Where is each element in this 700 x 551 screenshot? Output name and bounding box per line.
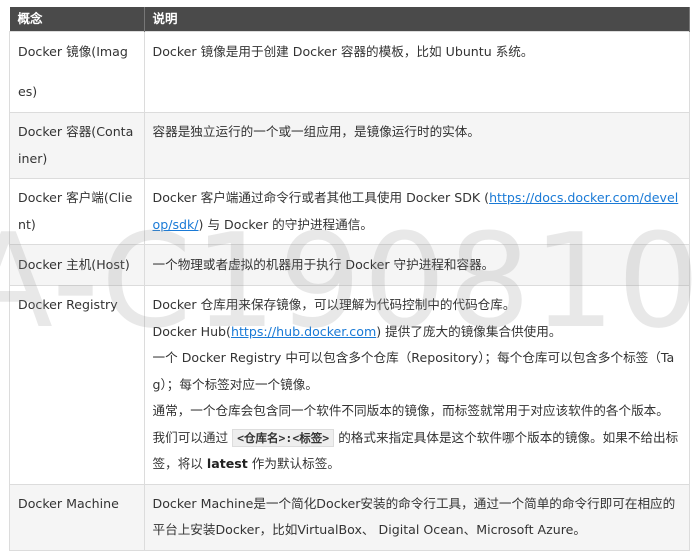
bold-latest: latest [206,456,248,471]
description-text: ) 提供了庞大的镜像集合供使用。 [376,323,562,339]
description-text: 作为默认标签。 [247,456,340,471]
concept-cell: Docker 镜像(Images) [9,31,145,113]
registry-paragraph-4: 通常，一个仓库会包含同一个软件不同版本的镜像，而标签就常用于对应该软件的各个版本… [153,398,682,478]
description-text: Docker Hub( [152,323,231,339]
concept-cell: Docker Machine [9,483,145,551]
registry-paragraph-1: Docker 仓库用来保存镜像，可以理解为代码控制中的代码仓库。 [152,297,516,312]
table-row: Docker 容器(Container) 容器是独立运行的一个或一组应用，是镜像… [9,112,690,179]
concept-cell: Docker 客户端(Client) [9,178,145,245]
description-cell: 一个物理或者虚拟的机器用于执行 Docker 守护进程和容器。 [143,244,690,286]
description-cell: 容器是独立运行的一个或一组应用，是镜像运行时的实体。 [143,112,690,179]
registry-paragraph-3: 一个 Docker Registry 中可以包含多个仓库（Repository）… [152,350,675,392]
description-cell: Docker 客户端通过命令行或者其他工具使用 Docker SDK (http… [143,178,690,245]
description-text: ) 与 Docker 的守护进程通信。 [198,216,373,232]
registry-paragraph-2: Docker Hub(https://hub.docker.com) 提供了庞大… [153,319,682,346]
table-row: Docker 镜像(Images) Docker 镜像是用于创建 Docker … [9,31,690,113]
header-description: 说明 [144,7,690,32]
description-cell: Docker 仓库用来保存镜像，可以理解为代码控制中的代码仓库。 Docker … [143,285,690,485]
table-row: Docker 客户端(Client) Docker 客户端通过命令行或者其他工具… [9,178,690,245]
docker-concepts-table: 概念 说明 Docker 镜像(Images) Docker 镜像是用于创建 D… [9,7,690,551]
description-cell: Docker 镜像是用于创建 Docker 容器的模板，比如 Ubuntu 系统… [143,31,690,113]
table-row: Docker Registry Docker 仓库用来保存镜像，可以理解为代码控… [9,285,690,485]
table-header-row: 概念 说明 [9,7,690,32]
description-cell: Docker Machine是一个简化Docker安装的命令行工具，通过一个简单… [143,483,690,551]
header-concept: 概念 [9,7,145,32]
inline-code: <仓库名>:<标签> [232,428,335,447]
concept-cell: Docker 主机(Host) [9,244,145,286]
docker-hub-link[interactable]: https://hub.docker.com [231,324,376,339]
concept-cell: Docker 容器(Container) [9,112,145,179]
table-row: Docker Machine Docker Machine是一个简化Docker… [9,483,690,551]
concept-cell: Docker Registry [9,285,145,485]
table-row: Docker 主机(Host) 一个物理或者虚拟的机器用于执行 Docker 守… [9,244,690,286]
description-text: Docker 客户端通过命令行或者其他工具使用 Docker SDK ( [152,190,490,205]
